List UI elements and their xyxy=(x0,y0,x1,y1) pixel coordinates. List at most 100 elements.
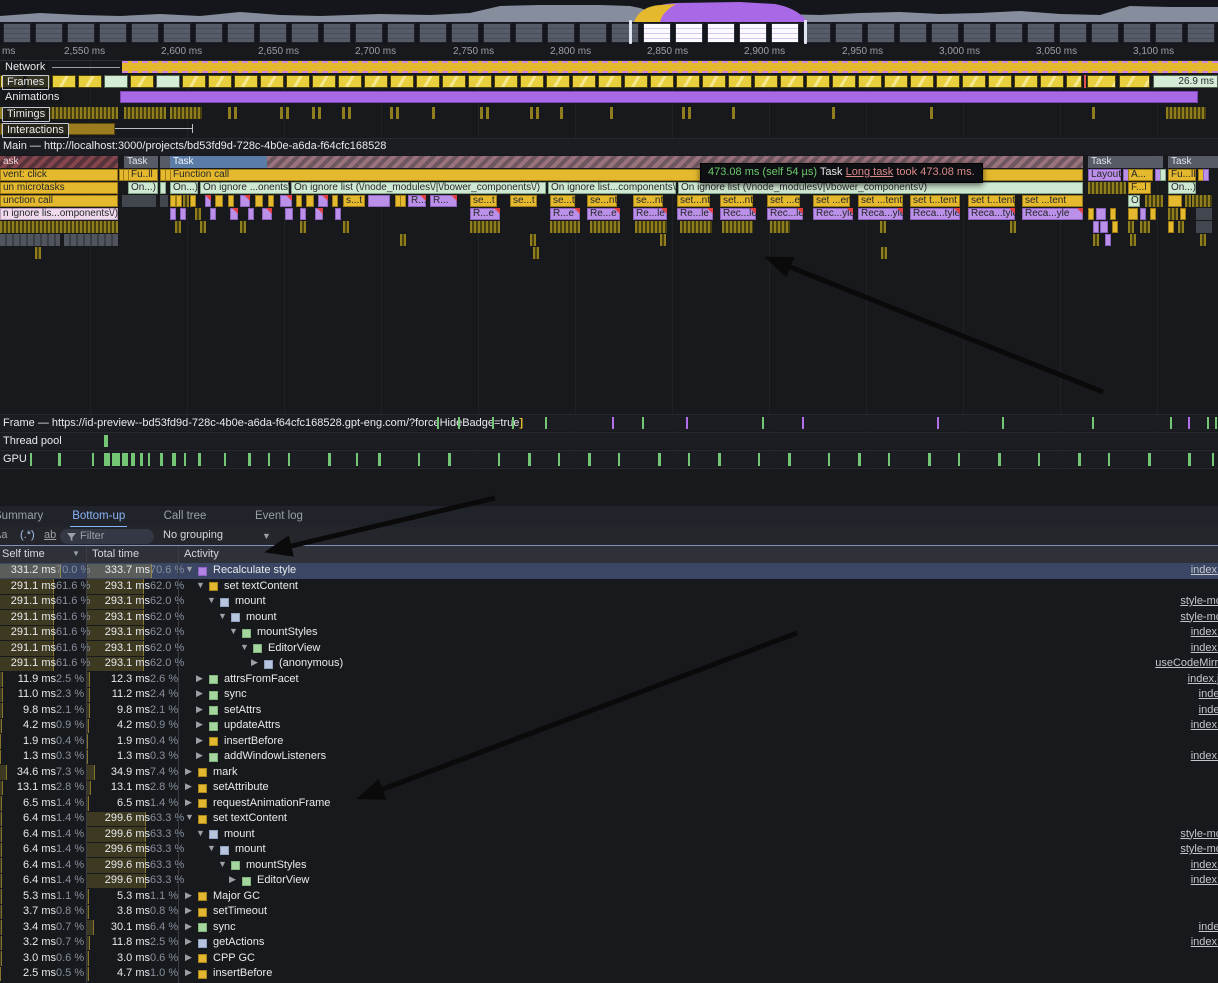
activity-label[interactable]: mountStyles xyxy=(246,859,307,871)
filmstrip-frame[interactable] xyxy=(99,23,127,43)
frame-duration-block[interactable] xyxy=(390,75,414,88)
flame-event-setent[interactable]: set ...ent xyxy=(813,195,850,207)
expand-arrow-icon[interactable]: ▼ xyxy=(185,812,194,822)
flame-event-onignorelistnodemodulesbowercomponents[interactable]: On ignore list (\/node_modules\/|\/bower… xyxy=(291,182,546,194)
track-label-frames[interactable]: Frames xyxy=(2,75,49,90)
flame-event-settent[interactable]: set ...tent xyxy=(1022,195,1083,207)
flame-event-ask[interactable]: ask xyxy=(0,156,118,168)
table-row[interactable]: 6.4 ms1.4 %299.6 ms63.3 %▼mountStylesind… xyxy=(0,858,1218,874)
flame-event[interactable] xyxy=(1088,182,1126,194)
timing-mark[interactable] xyxy=(280,107,283,119)
flame-event-unctioncall[interactable]: unction call xyxy=(0,195,118,207)
filmstrip-frame[interactable] xyxy=(995,23,1023,43)
track-label-animations[interactable]: Animations xyxy=(2,91,62,104)
filmstrip-frame[interactable] xyxy=(291,23,319,43)
source-link[interactable]: index.js xyxy=(1191,874,1218,886)
flame-event[interactable] xyxy=(1128,208,1138,220)
flame-event[interactable] xyxy=(400,234,406,246)
timing-mark[interactable] xyxy=(930,107,933,119)
activity-label[interactable]: mark xyxy=(213,766,237,778)
source-link[interactable]: index.js xyxy=(1191,564,1218,576)
flame-event-task[interactable]: Task xyxy=(124,156,158,168)
collapse-arrow-icon[interactable]: ▶ xyxy=(196,688,203,699)
timing-mark[interactable] xyxy=(536,107,539,119)
flame-event[interactable] xyxy=(1203,169,1209,181)
flame-event-sent[interactable]: se...nt xyxy=(633,195,663,207)
table-row[interactable]: 6.4 ms1.4 %299.6 ms63.3 %▶EditorViewinde… xyxy=(0,873,1218,889)
regex-button[interactable]: (.*) xyxy=(20,529,35,541)
timing-mark[interactable] xyxy=(432,107,435,119)
flame-event[interactable] xyxy=(280,195,292,207)
table-row[interactable]: 1.9 ms0.4 %1.9 ms0.4 %▶insertBefore xyxy=(0,734,1218,750)
flame-event-st[interactable]: s...t xyxy=(343,195,365,207)
col-activity[interactable]: Activity xyxy=(184,548,219,560)
filmstrip-frame[interactable] xyxy=(803,23,831,43)
timing-mark[interactable] xyxy=(342,107,345,119)
flame-event[interactable] xyxy=(122,195,156,207)
flame-event-recyle[interactable]: Rec...yle xyxy=(813,208,853,220)
collapse-arrow-icon[interactable]: ▶ xyxy=(196,673,203,684)
flame-event[interactable] xyxy=(240,221,246,233)
flame-event[interactable] xyxy=(1150,208,1156,220)
frame-duration-block[interactable] xyxy=(546,75,570,88)
activity-label[interactable]: requestAnimationFrame xyxy=(213,797,330,809)
frame-duration-block[interactable] xyxy=(364,75,388,88)
flame-event[interactable] xyxy=(300,208,306,220)
filmstrip-frame[interactable] xyxy=(515,23,543,43)
flame-event-onignorelistnodemodulesbowercomponents[interactable]: On ignore list (\/node_modules\/|\/bower… xyxy=(678,182,1083,194)
flame-event[interactable] xyxy=(635,221,667,233)
timeline-overview[interactable] xyxy=(0,0,1218,45)
flame-event-r[interactable]: R... xyxy=(408,195,426,207)
filmstrip-frame[interactable] xyxy=(867,23,895,43)
filmstrip-frame[interactable] xyxy=(547,23,575,43)
table-row[interactable]: 3.4 ms0.7 %30.1 ms6.4 %▶syncindex. xyxy=(0,920,1218,936)
activity-label[interactable]: Recalculate style xyxy=(213,564,296,576)
sort-desc-icon[interactable]: ▼ xyxy=(72,549,80,558)
frame-duration-block[interactable] xyxy=(936,75,960,88)
filmstrip-frame[interactable] xyxy=(611,23,639,43)
table-row[interactable]: 5.3 ms1.1 %5.3 ms1.1 %▶Major GC xyxy=(0,889,1218,905)
flame-event[interactable] xyxy=(262,208,272,220)
flame-event-onignorelistcomponents[interactable]: On ignore list...components\/) xyxy=(548,182,676,194)
flame-event[interactable] xyxy=(1105,234,1111,246)
activity-label[interactable]: Major GC xyxy=(213,890,260,902)
filmstrip-frame[interactable] xyxy=(707,23,735,43)
timing-mark[interactable] xyxy=(396,107,399,119)
flame-event-setent[interactable]: set ...ent xyxy=(767,195,800,207)
flame-event[interactable] xyxy=(660,234,666,246)
column-divider[interactable] xyxy=(178,546,179,983)
flame-event-rele[interactable]: Re...le xyxy=(677,208,713,220)
timing-mark[interactable] xyxy=(530,107,533,119)
flame-event[interactable] xyxy=(1168,195,1182,207)
filmstrip-frame[interactable] xyxy=(963,23,991,43)
flame-event-full[interactable]: Fu...ll xyxy=(1168,169,1196,181)
filmstrip-frame[interactable] xyxy=(131,23,159,43)
flame-event-unmicrotasks[interactable]: un microtasks xyxy=(0,182,118,194)
filmstrip-frame[interactable] xyxy=(3,23,31,43)
table-row[interactable]: 4.2 ms0.9 %4.2 ms0.9 %▶updateAttrsindex.… xyxy=(0,718,1218,734)
flame-event[interactable] xyxy=(1168,208,1178,220)
expand-arrow-icon[interactable]: ▼ xyxy=(240,642,249,652)
flame-event[interactable] xyxy=(318,195,328,207)
tab-bottom-up[interactable]: Bottom-up xyxy=(70,506,127,528)
frame-duration-block[interactable] xyxy=(910,75,934,88)
flame-event[interactable] xyxy=(1145,195,1163,207)
flame-event-setttent[interactable]: set t...tent xyxy=(910,195,960,207)
frame-duration-block[interactable] xyxy=(676,75,700,88)
filmstrip-frame[interactable] xyxy=(643,23,671,43)
table-row[interactable]: 11.9 ms2.5 %12.3 ms2.6 %▶attrsFromFaceti… xyxy=(0,672,1218,688)
flame-event[interactable] xyxy=(1096,208,1106,220)
activity-label[interactable]: setAttribute xyxy=(213,781,269,793)
long-task-link[interactable]: Long task xyxy=(846,166,894,178)
expand-arrow-icon[interactable]: ▼ xyxy=(207,595,216,605)
flame-event-re[interactable]: R...e xyxy=(550,208,580,220)
table-row[interactable]: 291.1 ms61.6 %293.1 ms62.0 %▼EditorViewi… xyxy=(0,641,1218,657)
frame-duration-block[interactable] xyxy=(884,75,908,88)
source-link[interactable]: style-mod xyxy=(1180,611,1218,623)
flame-event-on[interactable]: On...) xyxy=(128,182,158,194)
collapse-arrow-icon[interactable]: ▶ xyxy=(185,921,192,932)
flame-event[interactable] xyxy=(190,195,196,207)
flame-event[interactable] xyxy=(1093,234,1099,246)
frame-duration-block[interactable] xyxy=(858,75,882,88)
tab-event-log[interactable]: Event log xyxy=(253,506,305,526)
